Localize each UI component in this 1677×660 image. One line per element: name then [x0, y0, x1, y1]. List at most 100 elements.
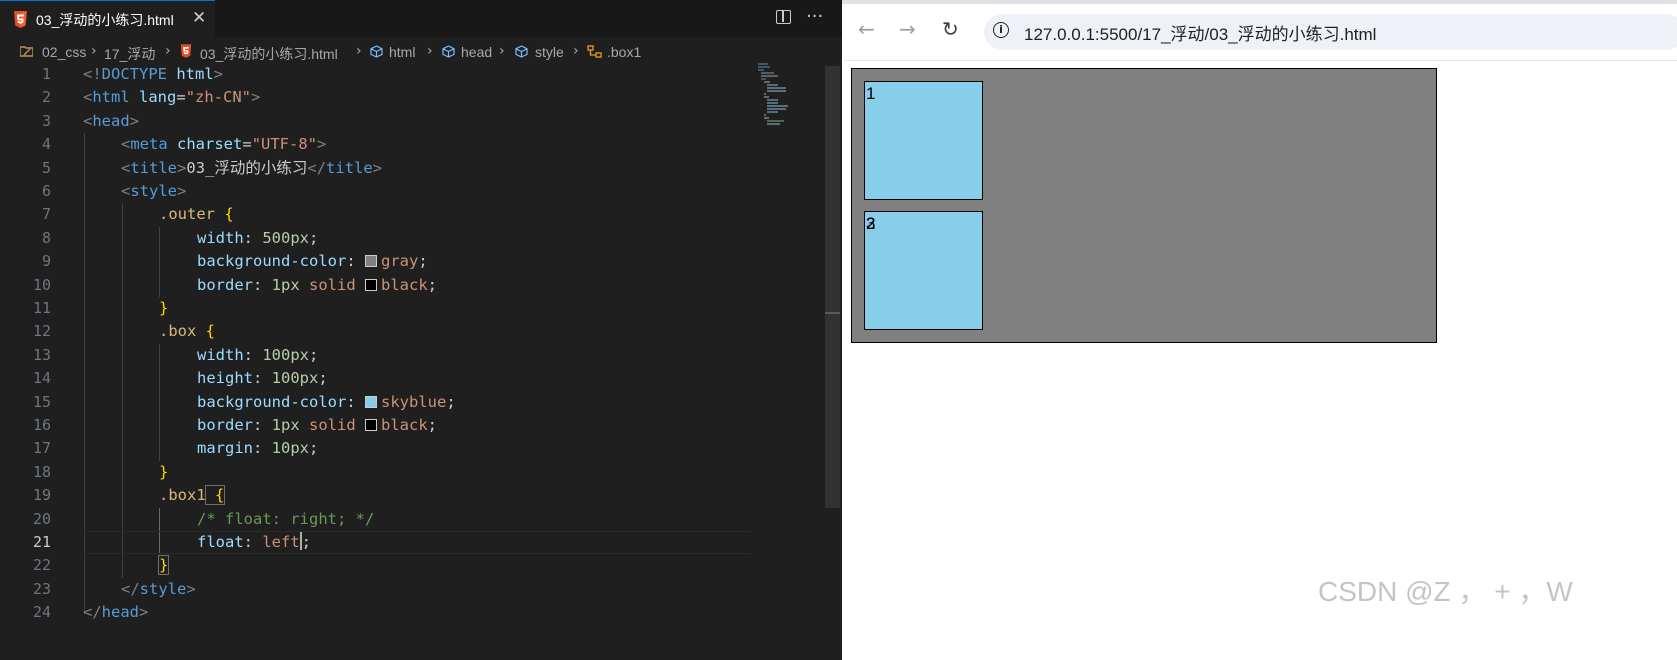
breadcrumb-html[interactable]: html [389, 44, 415, 60]
token: solid [299, 416, 365, 434]
box-label: 3 [866, 214, 876, 233]
code-line: 15 background-color: skyblue; [0, 391, 825, 414]
chevron-right-icon: › [165, 43, 171, 59]
line-number: 24 [32, 603, 51, 622]
line-number: 20 [32, 509, 51, 528]
url-text[interactable]: 127.0.0.1:5500/17_浮动/03_浮动的小练习.html [1024, 20, 1376, 45]
chevron-right-icon: › [573, 43, 579, 59]
token: height [197, 369, 253, 388]
code-text: <!DOCTYPE html> [83, 63, 223, 86]
code-text: <head> [83, 110, 139, 133]
minimap[interactable] [756, 62, 798, 126]
code-line: 18 } [0, 461, 825, 484]
token: ; [301, 533, 312, 551]
token: ; [446, 392, 456, 411]
forward-arrow-icon[interactable]: → [899, 17, 916, 41]
code-text: height: 100px; [197, 367, 328, 390]
code-line: 5 <title>03_浮动的小练习</title> [0, 157, 825, 180]
breadcrumb-head[interactable]: head [461, 44, 492, 60]
reload-icon[interactable]: ↻ [942, 17, 959, 41]
token: border [197, 416, 253, 434]
color-swatch[interactable] [365, 278, 377, 291]
line-number: 14 [32, 369, 51, 388]
token: > [372, 158, 383, 177]
site-info-icon[interactable]: i [993, 22, 1009, 38]
code-text: background-color: skyblue; [197, 391, 456, 414]
scrollbar-cursor-marker [825, 312, 840, 314]
editor-tab-active[interactable]: 03_浮动的小练习.html ✕ [0, 0, 215, 37]
code-line: 11 } [0, 297, 825, 320]
line-number: 21 [32, 533, 51, 551]
breadcrumb-folder-css[interactable]: 02_css [42, 44, 86, 60]
breadcrumb-folder-float[interactable]: 17_浮动 [104, 44, 155, 64]
line-number: 6 [41, 182, 51, 200]
token: .box1 [159, 486, 206, 505]
code-text: background-color: gray; [197, 250, 428, 273]
breadcrumb-selector[interactable]: .box1 [607, 44, 641, 60]
vertical-scrollbar[interactable] [825, 66, 840, 508]
token: ; [427, 275, 438, 294]
token: : [253, 416, 272, 434]
breadcrumb-file[interactable]: 03_浮动的小练习.html [200, 44, 338, 64]
code-text: <title>03_浮动的小练习</title> [121, 157, 382, 180]
split-editor-icon[interactable] [776, 10, 791, 24]
line-number: 15 [32, 392, 51, 411]
code-text: border: 1px solid black; [197, 274, 437, 297]
token: ; [309, 228, 319, 247]
code-text: .outer { [159, 203, 234, 226]
cube-symbol-icon [515, 45, 528, 58]
token: : [243, 345, 263, 364]
token: lang [139, 88, 177, 107]
code-editor: 03_浮动的小练习.html ✕ ··· 02_css › 17_浮动 › 03… [0, 0, 842, 660]
token: meta [130, 135, 168, 154]
breadcrumb-style[interactable]: style [535, 44, 564, 60]
token: 500px [262, 228, 310, 247]
code-text: width: 500px; [197, 227, 318, 250]
token: html [176, 65, 214, 83]
code-line: 24 </head> [0, 601, 825, 624]
code-text: float: left; [197, 531, 311, 554]
line-number: 23 [32, 579, 51, 598]
token: gray [380, 252, 419, 271]
code-text: <meta charset="UTF-8"> [121, 133, 326, 156]
line-number: 12 [32, 322, 51, 341]
cube-symbol-icon [442, 45, 455, 58]
color-swatch[interactable] [364, 255, 377, 268]
code-line: 14 height: 100px; [0, 367, 825, 390]
code-line: 6 <style> [0, 180, 825, 203]
token: /* float: right; */ [197, 509, 375, 528]
token: 1px [271, 416, 300, 434]
code-text: <style> [121, 180, 186, 203]
close-icon[interactable]: ✕ [192, 8, 206, 28]
color-swatch[interactable] [364, 395, 377, 408]
token: } [159, 462, 169, 481]
code-line: 19 .box1 { [0, 484, 825, 507]
token: ; [318, 369, 328, 388]
token: = [242, 135, 252, 154]
code-line: 10 border: 1px solid black; [0, 274, 825, 297]
code-line: 9 background-color: gray; [0, 250, 825, 273]
token: } [157, 555, 170, 576]
token: < [83, 111, 93, 130]
more-actions-icon[interactable]: ··· [806, 6, 823, 27]
token: > [213, 65, 224, 83]
line-number: 2 [41, 88, 51, 107]
code-line: 7 .outer { [0, 203, 825, 226]
line-number: 11 [32, 299, 51, 317]
code-line: 2 <html lang="zh-CN"> [0, 86, 825, 109]
token: 03_浮动的小练习 [186, 158, 308, 177]
back-arrow-icon[interactable]: ← [858, 17, 875, 41]
token: { [215, 205, 234, 224]
code-text: .box1 { [159, 484, 226, 507]
box-label: 1 [866, 84, 876, 103]
float-box-1: 1 [864, 81, 983, 200]
token: { [204, 485, 226, 506]
token: "zh-CN" [185, 88, 252, 107]
line-number: 9 [41, 252, 51, 271]
token: > [177, 182, 187, 200]
token: ; [309, 439, 319, 458]
color-swatch[interactable] [365, 419, 377, 431]
code-line: 16 border: 1px solid black; [0, 414, 825, 437]
token: < [121, 135, 131, 154]
token: > [139, 603, 149, 622]
